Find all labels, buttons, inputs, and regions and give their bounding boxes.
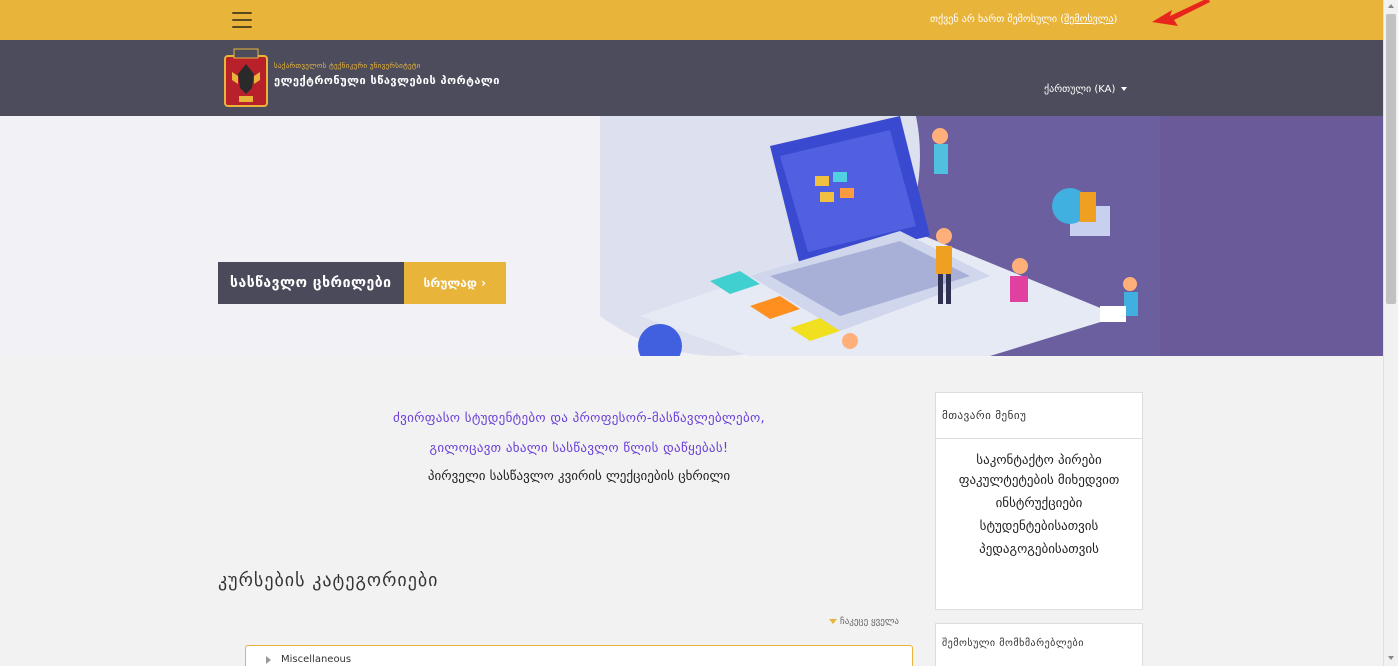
language-selector[interactable]: ქართული (KA)	[1044, 84, 1128, 95]
main-menu-block: მთავარი მენიუ საკონტაქტო პირები ფაკულტეტ…	[935, 392, 1143, 610]
welcome-line-2: გილოცავთ ახალი სასწავლო წლის დაწყებას!	[429, 441, 729, 456]
online-users-block: შემოსული მომხმარებლები	[935, 623, 1143, 666]
collapse-all-link[interactable]: ჩაკეცე ყველა	[829, 617, 899, 627]
hero-banner: სასწავლო ცხრილები სრულად ›	[0, 116, 1383, 356]
caret-down-icon	[1121, 87, 1128, 91]
schedule-link[interactable]: პირველი სასწავლო კვირის ლექციების ცხრილი	[245, 464, 913, 490]
welcome-line-1: ძვირფასო სტუდენტებო და პროფესორ-მასწავლე…	[393, 411, 765, 426]
login-link[interactable]: შემოსვლა	[1064, 14, 1113, 25]
welcome-message: ძვირფასო სტუდენტებო და პროფესორ-მასწავლე…	[245, 404, 913, 490]
scroll-down-icon[interactable]	[1388, 656, 1394, 660]
triangle-right-icon	[266, 656, 271, 664]
course-categories-title: კურსების კატეგორიები	[218, 570, 439, 591]
category-item[interactable]: Miscellaneous	[245, 645, 913, 666]
scroll-up-icon[interactable]	[1388, 4, 1394, 8]
menu-item-instructions[interactable]: ინსტრუქციები	[942, 494, 1136, 514]
schedule-label: სასწავლო ცხრილები	[218, 262, 404, 304]
hamburger-menu-icon[interactable]	[232, 12, 252, 28]
main-menu-title: მთავარი მენიუ	[936, 393, 1142, 439]
vertical-scrollbar[interactable]	[1383, 0, 1398, 666]
full-schedule-button[interactable]: სრულად ›	[403, 262, 507, 304]
menu-item-students[interactable]: სტუდენტებისათვის	[942, 517, 1136, 537]
online-users-title: შემოსული მომხმარებლები	[942, 638, 1084, 649]
triangle-down-icon	[829, 619, 837, 624]
portal-title[interactable]: ელექტრონული სწავლების პორტალი	[274, 74, 514, 88]
close-paren: )	[1113, 14, 1118, 25]
university-name: საქართველოს ტექნიკური უნივერსიტეტი	[274, 62, 421, 70]
hero-illustration	[600, 116, 1383, 356]
not-logged-text: თქვენ არ ხართ შემოსული (	[930, 14, 1065, 25]
menu-item-contacts[interactable]: საკონტაქტო პირები ფაკულტეტების მიხედვით	[942, 451, 1136, 491]
university-emblem-icon[interactable]	[224, 48, 268, 108]
login-status: თქვენ არ ხართ შემოსული (შემოსვლა)	[930, 14, 1117, 25]
menu-item-teachers[interactable]: პედაგოგებისათვის	[942, 540, 1136, 560]
language-label: ქართული (KA)	[1044, 84, 1116, 95]
red-arrow-icon	[1152, 0, 1210, 26]
category-name: Miscellaneous	[281, 654, 352, 665]
scrollbar-thumb[interactable]	[1386, 14, 1396, 304]
schedule-banner: სასწავლო ცხრილები სრულად ›	[218, 262, 507, 304]
collapse-all-label: ჩაკეცე ყველა	[840, 617, 900, 627]
site-header: საქართველოს ტექნიკური უნივერსიტეტი ელექტ…	[0, 40, 1383, 116]
